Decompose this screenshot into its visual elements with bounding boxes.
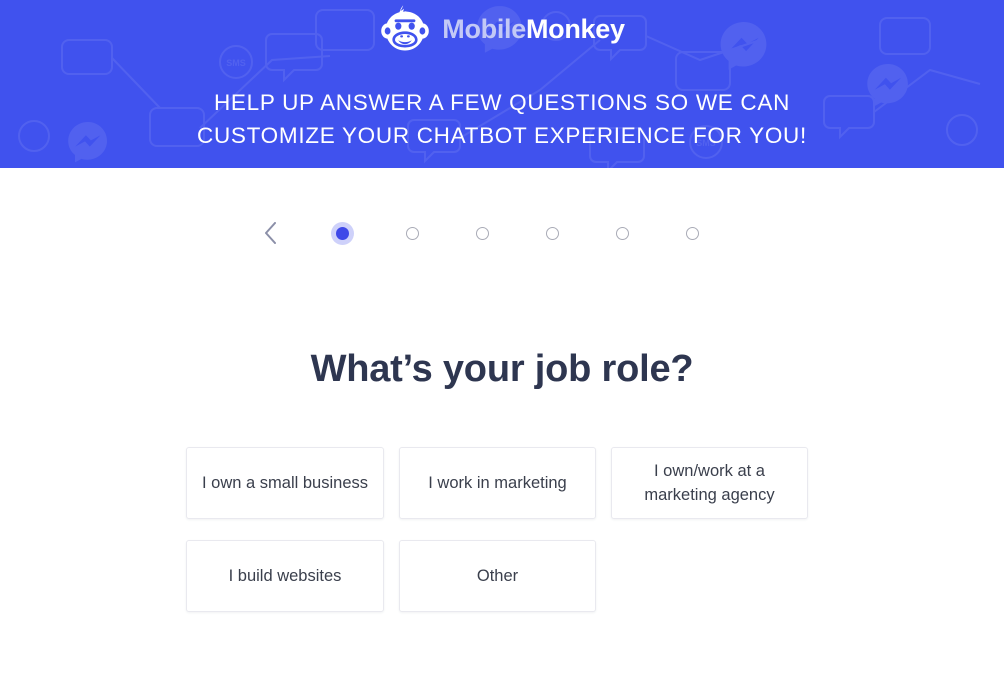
option-card-other[interactable]: Other bbox=[399, 540, 596, 612]
question-title: What’s your job role? bbox=[310, 348, 694, 390]
step-dot-indicator bbox=[686, 226, 699, 240]
answer-options-row: I build websites Other bbox=[186, 540, 818, 612]
brand-logo: MobileMonkey bbox=[0, 4, 1004, 54]
answer-options-row: I own a small business I work in marketi… bbox=[186, 447, 818, 519]
step-dot-indicator bbox=[336, 226, 349, 240]
step-dot-2[interactable] bbox=[406, 216, 476, 250]
step-dot-indicator bbox=[406, 226, 419, 240]
back-button[interactable] bbox=[258, 216, 282, 250]
banner-headline: HELP UP ANSWER A FEW QUESTIONS SO WE CAN… bbox=[0, 86, 1004, 152]
option-card-work-in-marketing[interactable]: I work in marketing bbox=[399, 447, 596, 519]
brand-wordmark-bold: Monkey bbox=[525, 13, 625, 44]
step-dots bbox=[336, 216, 756, 250]
step-dot-indicator bbox=[616, 226, 629, 240]
step-dot-indicator bbox=[546, 226, 559, 240]
step-dot-indicator bbox=[476, 226, 489, 240]
option-card-own-small-business[interactable]: I own a small business bbox=[186, 447, 384, 519]
option-card-build-websites[interactable]: I build websites bbox=[186, 540, 384, 612]
brand-wordmark: MobileMonkey bbox=[442, 13, 625, 44]
step-dot-3[interactable] bbox=[476, 216, 546, 250]
answer-options: I own a small business I work in marketi… bbox=[186, 447, 818, 633]
chevron-left-icon bbox=[264, 222, 276, 244]
header-banner: SMS SMS MobileMonkey HELP UP ANSWER A FE… bbox=[0, 0, 1004, 168]
step-dot-5[interactable] bbox=[616, 216, 686, 250]
banner-headline-line-2: CUSTOMIZE YOUR CHATBOT EXPERIENCE FOR YO… bbox=[197, 123, 807, 148]
onboarding-step-indicator bbox=[0, 216, 1004, 250]
brand-wordmark-light: Mobile bbox=[442, 13, 526, 44]
step-dot-1[interactable] bbox=[336, 216, 406, 250]
banner-headline-line-1: HELP UP ANSWER A FEW QUESTIONS SO WE CAN bbox=[213, 90, 791, 115]
option-card-marketing-agency[interactable]: I own/work at a marketing agency bbox=[611, 447, 808, 519]
step-dot-4[interactable] bbox=[546, 216, 616, 250]
mobilemonkey-monkey-logo-icon bbox=[381, 5, 430, 51]
step-dot-6[interactable] bbox=[686, 216, 756, 250]
